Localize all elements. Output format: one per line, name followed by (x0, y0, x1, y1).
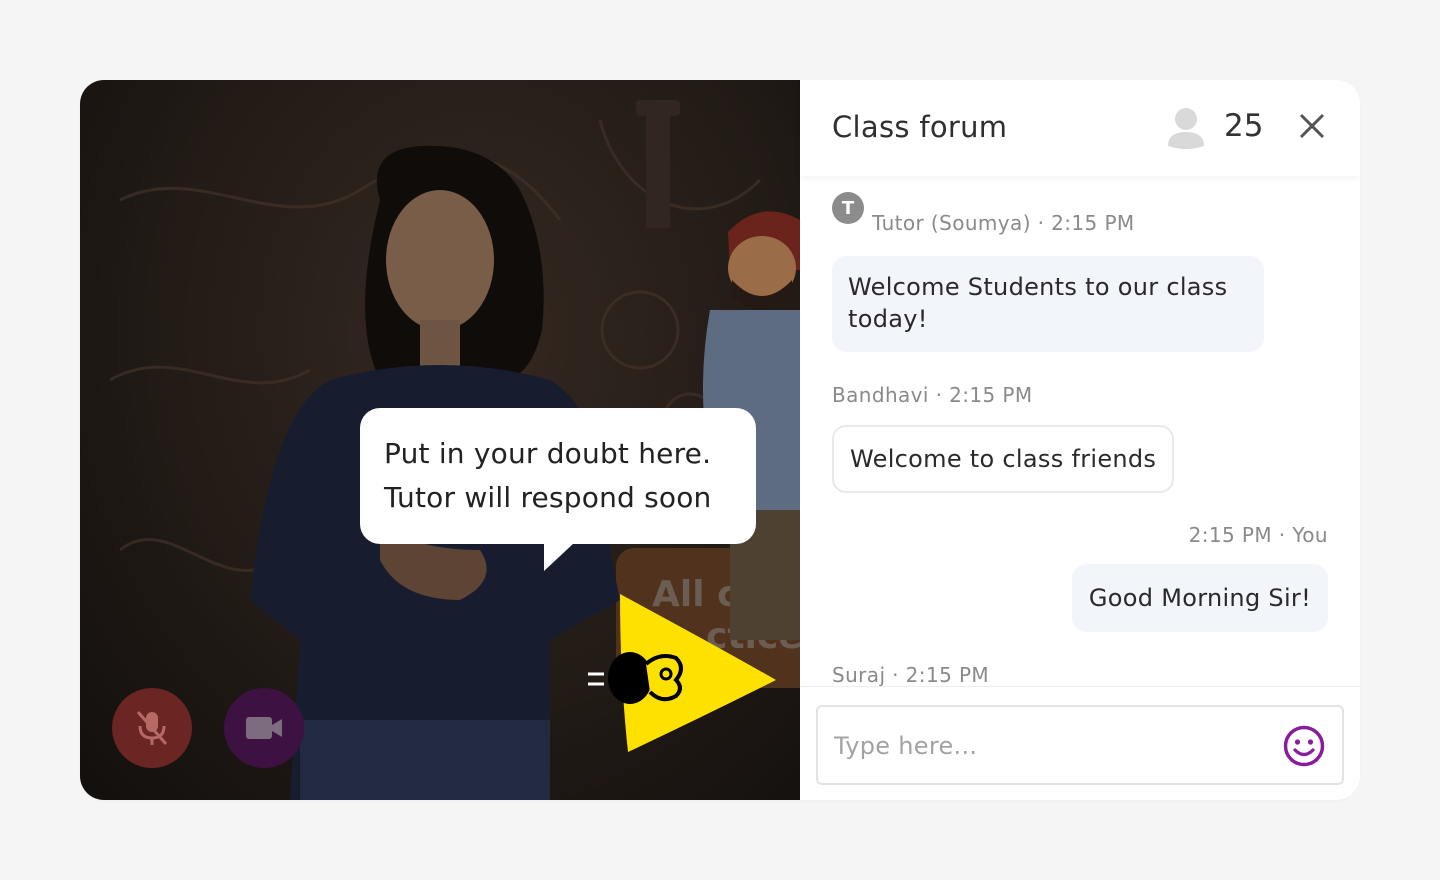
doubt-tooltip: Put in your doubt here. Tutor will respo… (360, 408, 756, 571)
tooltip-line-1: Put in your doubt here. (384, 437, 712, 470)
message-bubble: Welcome Students to our class today! (832, 256, 1264, 352)
tutor-avatar: T (832, 192, 864, 224)
tooltip-line-2: Tutor will respond soon (384, 481, 712, 514)
message-input-box[interactable] (816, 705, 1344, 785)
close-icon (1299, 113, 1325, 139)
user-icon (1168, 108, 1204, 149)
smiley-icon[interactable] (1282, 724, 1326, 768)
message-meta: Tutor (Soumya) · 2:15 PM (872, 211, 1135, 235)
close-button[interactable] (1296, 110, 1328, 142)
message-meta: 2:15 PM · You (1188, 523, 1328, 547)
message-meta: Bandhavi · 2:15 PM (832, 383, 1033, 407)
class-window: All citize ctice Put in your do (80, 80, 1360, 800)
my-message-bubble: Good Morning Sir! (1071, 564, 1328, 632)
message-input[interactable] (832, 725, 1266, 767)
participant-count: 25 (1224, 108, 1264, 144)
message-meta: Suraj · 2:15 PM (832, 663, 990, 686)
mic-off-icon (136, 711, 168, 745)
camera-toggle-button[interactable] (224, 688, 304, 768)
tooltip-tail (544, 543, 574, 571)
video-player[interactable]: All citize ctice Put in your do (80, 80, 800, 800)
message-list[interactable]: T Tutor (Soumya) · 2:15 PM Welcome Stude… (800, 176, 1360, 686)
mic-toggle-button[interactable] (112, 688, 192, 768)
forum-header: Class forum 25 (800, 80, 1360, 176)
message-composer (800, 686, 1360, 800)
message-bubble: Welcome to class friends (832, 425, 1175, 493)
class-forum-panel: Class forum 25 T Tutor (Soumya) · 2:15 P… (800, 80, 1360, 800)
pointer-mascot-icon (588, 594, 776, 752)
forum-title: Class forum (832, 110, 1008, 144)
video-camera-icon (246, 717, 282, 739)
